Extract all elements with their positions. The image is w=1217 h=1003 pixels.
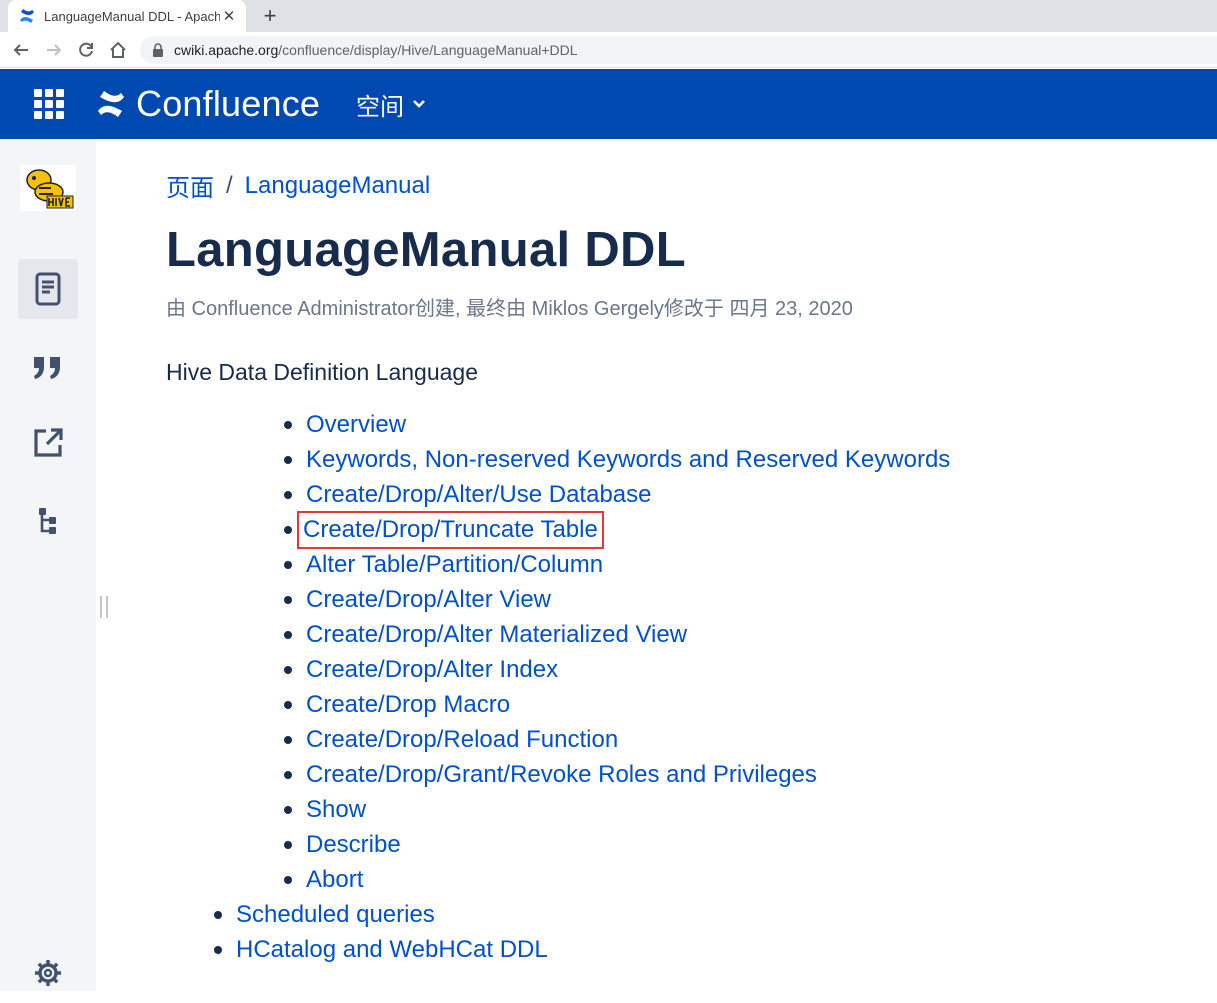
space-sidebar bbox=[0, 139, 96, 991]
hive-logo-icon bbox=[26, 169, 74, 209]
tab-title: LanguageManual DDL - Apach bbox=[44, 8, 220, 24]
list-item: Create/Drop/Reload Function bbox=[284, 722, 950, 757]
bullet-icon bbox=[284, 456, 292, 464]
lock-icon bbox=[150, 42, 166, 58]
browser-tab[interactable]: LanguageManual DDL - Apach ✕ bbox=[8, 0, 246, 32]
breadcrumb-pages-link[interactable]: 页面 bbox=[166, 168, 214, 203]
bullet-icon bbox=[284, 596, 292, 604]
bullet-icon bbox=[284, 561, 292, 569]
list-item: Create/Drop/Truncate Table bbox=[284, 511, 950, 549]
confluence-header: Confluence 空间 bbox=[0, 69, 1217, 139]
page-byline: 由 Confluence Administrator创建, 最终由 Miklos… bbox=[166, 298, 853, 320]
share-icon bbox=[34, 428, 63, 457]
page-tree-icon bbox=[39, 508, 56, 534]
home-icon[interactable] bbox=[105, 37, 131, 63]
list-item: Keywords, Non-reserved Keywords and Rese… bbox=[284, 442, 950, 477]
bullet-icon bbox=[284, 666, 292, 674]
browser-tabstrip: LanguageManual DDL - Apach ✕ + bbox=[0, 0, 1217, 32]
list-item: Overview bbox=[284, 407, 950, 442]
list-item: Create/Drop Macro bbox=[284, 687, 950, 722]
toc-link[interactable]: Create/Drop/Alter/Use Database bbox=[306, 481, 652, 508]
list-item: Create/Drop/Grant/Revoke Roles and Privi… bbox=[284, 757, 950, 792]
toc-link[interactable]: Overview bbox=[306, 411, 406, 438]
list-item: Create/Drop/Alter Index bbox=[284, 652, 950, 687]
toc-link[interactable]: Create/Drop/Alter Index bbox=[306, 656, 558, 683]
list-item: Create/Drop/Alter View bbox=[284, 582, 950, 617]
confluence-logo-icon bbox=[98, 91, 124, 117]
close-icon[interactable]: ✕ bbox=[220, 7, 238, 25]
breadcrumb-parent-link[interactable]: LanguageManual bbox=[245, 172, 431, 200]
url-text: cwiki.apache.org/confluence/display/Hive… bbox=[174, 42, 578, 58]
bullet-icon bbox=[284, 491, 292, 499]
toc-link[interactable]: HCatalog and WebHCat DDL bbox=[236, 936, 548, 963]
toc-link[interactable]: Describe bbox=[306, 831, 401, 858]
gear-icon bbox=[35, 960, 61, 986]
spaces-menu[interactable]: 空间 bbox=[356, 89, 426, 121]
reload-icon[interactable] bbox=[73, 37, 99, 63]
bullet-icon bbox=[284, 771, 292, 779]
bullet-icon bbox=[284, 736, 292, 744]
confluence-logo[interactable]: Confluence bbox=[96, 83, 320, 125]
share-button[interactable] bbox=[18, 413, 78, 473]
bullet-icon bbox=[214, 946, 222, 954]
bullet-icon bbox=[284, 701, 292, 709]
spaces-label: 空间 bbox=[356, 93, 404, 121]
address-bar[interactable]: cwiki.apache.org/confluence/display/Hive… bbox=[140, 36, 1217, 64]
list-item: Abort bbox=[284, 862, 950, 897]
toc-link[interactable]: Abort bbox=[306, 866, 363, 893]
page-icon bbox=[35, 272, 61, 306]
toc-link[interactable]: Create/Drop/Alter Materialized View bbox=[306, 621, 687, 648]
list-item: Scheduled queries bbox=[214, 897, 548, 932]
toc-link[interactable]: Create/Drop/Alter View bbox=[306, 586, 551, 613]
brand-name: Confluence bbox=[136, 83, 321, 124]
list-item: Alter Table/Partition/Column bbox=[284, 547, 950, 582]
toc-link[interactable]: Create/Drop/Grant/Revoke Roles and Privi… bbox=[306, 761, 817, 788]
list-item: Describe bbox=[284, 827, 950, 862]
toc-link[interactable]: Show bbox=[306, 796, 366, 823]
toc-link-highlighted[interactable]: Create/Drop/Truncate Table bbox=[297, 511, 604, 549]
back-arrow-icon[interactable] bbox=[8, 37, 34, 63]
sidebar-resize-handle[interactable] bbox=[100, 596, 108, 618]
page-title: LanguageManual DDL bbox=[166, 223, 686, 277]
breadcrumb-separator: / bbox=[226, 171, 233, 199]
bullet-icon bbox=[284, 526, 292, 534]
toc-link[interactable]: Alter Table/Partition/Column bbox=[306, 551, 603, 578]
list-item: Create/Drop/Alter/Use Database bbox=[284, 477, 950, 512]
chevron-down-icon bbox=[413, 100, 425, 108]
forward-arrow-icon[interactable] bbox=[41, 37, 67, 63]
bullet-icon bbox=[284, 841, 292, 849]
new-tab-button[interactable]: + bbox=[258, 4, 282, 28]
space-settings-button[interactable] bbox=[18, 943, 78, 1003]
browser-toolbar: cwiki.apache.org/confluence/display/Hive… bbox=[0, 32, 1217, 68]
quote-icon bbox=[34, 357, 60, 379]
blog-button[interactable] bbox=[18, 337, 78, 397]
toc-link[interactable]: Create/Drop Macro bbox=[306, 691, 510, 718]
bullet-icon bbox=[284, 631, 292, 639]
page-tree-button[interactable] bbox=[18, 491, 78, 551]
bullet-icon bbox=[284, 876, 292, 884]
intro-text: Hive Data Definition Language bbox=[166, 359, 478, 385]
list-item: Show bbox=[284, 792, 950, 827]
toc-link[interactable]: Scheduled queries bbox=[236, 901, 435, 928]
breadcrumb: 页面 / LanguageManual bbox=[166, 168, 430, 203]
pages-button[interactable] bbox=[18, 259, 78, 319]
list-item: Create/Drop/Alter Materialized View bbox=[284, 617, 950, 652]
app-switcher-icon[interactable] bbox=[34, 89, 64, 119]
list-item: HCatalog and WebHCat DDL bbox=[214, 932, 548, 967]
toc-link[interactable]: Create/Drop/Reload Function bbox=[306, 726, 618, 753]
confluence-favicon-icon bbox=[18, 7, 36, 25]
toc-sub-list: Overview Keywords, Non-reserved Keywords… bbox=[284, 407, 950, 897]
bullet-icon bbox=[214, 911, 222, 919]
toc-link[interactable]: Keywords, Non-reserved Keywords and Rese… bbox=[306, 446, 950, 473]
toc-top-list: Scheduled queries HCatalog and WebHCat D… bbox=[214, 897, 548, 967]
bullet-icon bbox=[284, 421, 292, 429]
hive-space-logo[interactable] bbox=[20, 165, 76, 211]
bullet-icon bbox=[284, 806, 292, 814]
